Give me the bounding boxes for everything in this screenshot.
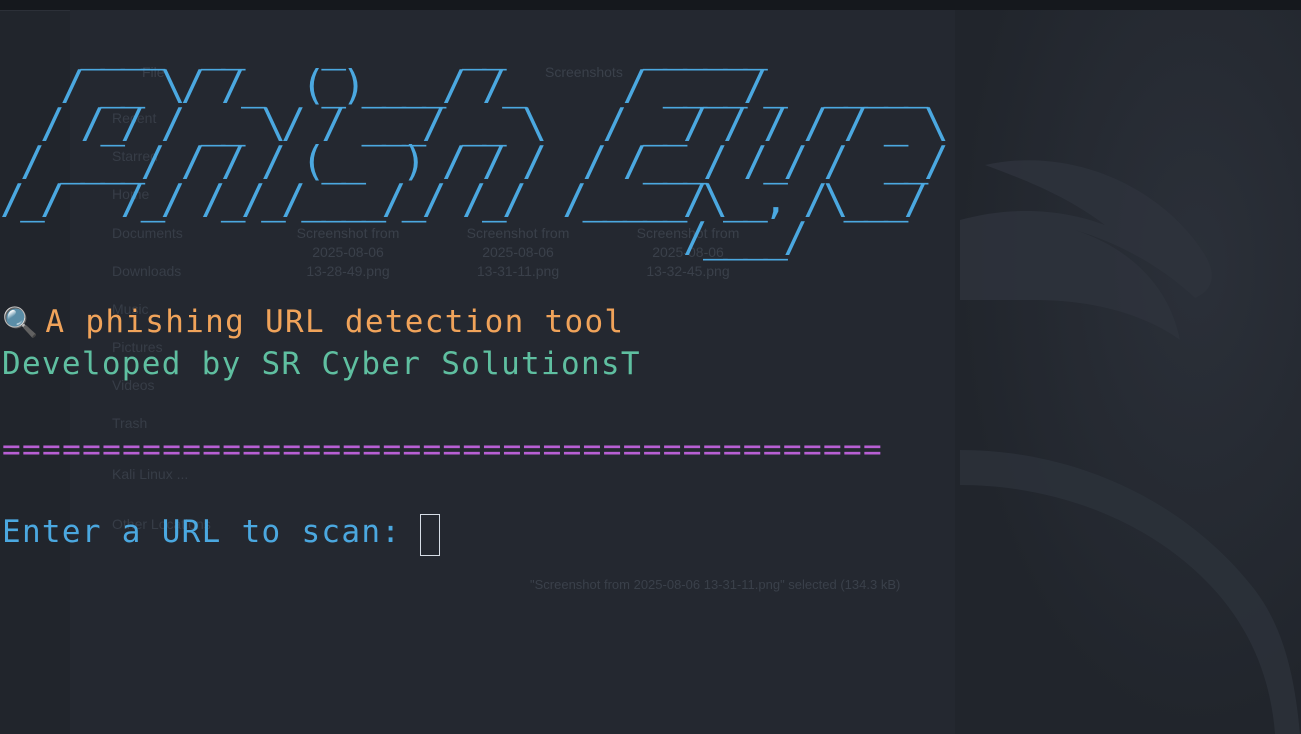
tool-tagline: 🔍 A phishing URL detection tool	[2, 304, 624, 340]
magnifier-icon: 🔍	[2, 305, 40, 339]
url-prompt: Enter a URL to scan:	[2, 514, 422, 550]
sidebar-item-trash: Trash	[112, 415, 148, 431]
sidebar-item-kali: Kali Linux ...	[112, 466, 189, 482]
kali-dragon-icon	[960, 160, 1300, 734]
phisheye-ascii-banner: ____ __ _ __ ______ / __ \/ /_ (_)____/ …	[0, 23, 949, 261]
tagline-text: A phishing URL detection tool	[45, 304, 625, 340]
developer-credit: Developed by SR Cyber SolutionsT	[2, 346, 641, 382]
sidebar-item-downloads: Downloads	[112, 263, 182, 279]
separator-line: ========================================…	[2, 432, 884, 468]
terminal-input-cursor[interactable]	[420, 514, 440, 556]
file-manager-status: "Screenshot from 2025-08-06 13-31-11.png…	[530, 577, 901, 592]
